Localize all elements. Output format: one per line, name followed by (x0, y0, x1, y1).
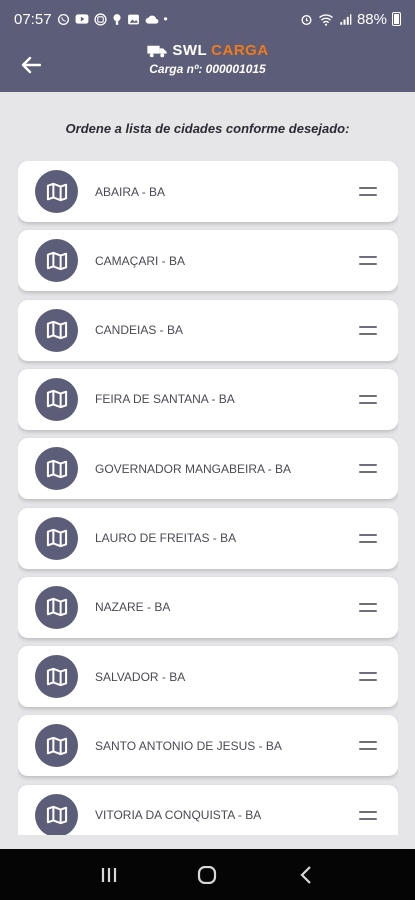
city-item[interactable]: NAZARE - BA (18, 576, 398, 638)
map-icon (35, 516, 78, 560)
city-name: CANDEIAS - BA (95, 323, 184, 338)
recents-icon (102, 867, 117, 882)
city-item[interactable]: LAURO DE FREITAS - BA (18, 507, 398, 569)
city-item[interactable]: VITORIA DA CONQUISTA - BA (18, 784, 398, 835)
wifi-icon (318, 13, 333, 26)
map-icon (35, 585, 78, 629)
truck-icon (147, 45, 167, 57)
whatsapp-icon (57, 13, 69, 25)
city-name: ABAIRA - BA (95, 184, 166, 199)
city-name: SANTO ANTONIO DE JESUS - BA (95, 738, 282, 753)
map-icon (35, 793, 78, 835)
map-icon (35, 308, 78, 352)
battery-percent: 88% (356, 10, 387, 28)
notification-icon (113, 13, 121, 25)
dot-icon: • (163, 12, 168, 26)
city-name: GOVERNADOR MANGABEIRA - BA (95, 461, 292, 476)
city-item[interactable]: GOVERNADOR MANGABEIRA - BA (18, 438, 398, 500)
city-name: SALVADOR - BA (95, 669, 186, 684)
instruction-text: Ordene a lista de cidades conforme desej… (65, 121, 350, 136)
drag-handle-icon[interactable] (359, 256, 377, 266)
app-header: SWL CARGA Carga nº: 000001015 (0, 38, 415, 92)
drag-handle-icon[interactable] (359, 810, 377, 820)
cloud-icon (145, 15, 158, 24)
city-item[interactable]: FEIRA DE SANTANA - BA (18, 368, 398, 430)
map-icon (35, 170, 78, 213)
recents-button[interactable] (89, 855, 129, 895)
drag-handle-icon[interactable] (359, 394, 377, 404)
alarm-icon (301, 14, 312, 25)
city-name: NAZARE - BA (95, 600, 171, 615)
system-nav-bar (0, 849, 415, 900)
back-nav-icon (300, 865, 311, 884)
cargo-number: Carga nº: 000001015 (149, 62, 266, 76)
city-name: CAMAÇARI - BA (95, 253, 186, 268)
home-button[interactable] (187, 855, 227, 895)
map-icon (35, 377, 78, 421)
map-icon (35, 655, 78, 699)
drag-handle-icon[interactable] (359, 325, 377, 335)
city-name: FEIRA DE SANTANA - BA (95, 392, 235, 407)
brand-swl: SWL (172, 42, 208, 59)
instagram-icon (93, 12, 107, 26)
battery-icon (392, 12, 401, 26)
drag-handle-icon[interactable] (359, 464, 377, 474)
status-bar: 07:57 • 88% (0, 0, 415, 38)
drag-handle-icon[interactable] (359, 533, 377, 543)
city-item[interactable]: SALVADOR - BA (18, 646, 398, 708)
brand-logo: SWL CARGA (0, 42, 415, 59)
system-back-button[interactable] (286, 855, 326, 895)
drag-handle-icon[interactable] (359, 187, 377, 196)
map-icon (35, 447, 78, 491)
signal-icon (340, 13, 352, 25)
city-name: VITORIA DA CONQUISTA - BA (95, 808, 262, 823)
status-right: 88% (300, 11, 401, 28)
map-icon (35, 239, 78, 283)
map-icon (35, 724, 78, 768)
youtube-icon (75, 14, 88, 24)
city-item[interactable]: SANTO ANTONIO DE JESUS - BA (18, 715, 398, 777)
city-item[interactable]: CANDEIAS - BA (18, 299, 398, 361)
status-time: 07:57 (14, 10, 52, 28)
home-icon (198, 865, 217, 884)
city-name: LAURO DE FREITAS - BA (95, 531, 237, 545)
city-list[interactable]: ABAIRA - BA CAMAÇARI - BA CANDEIAS - BA FEI… (18, 161, 398, 835)
city-item[interactable]: ABAIRA - BA (18, 161, 398, 222)
brand-carga: CARGA (211, 42, 269, 59)
city-item[interactable]: CAMAÇARI - BA (18, 230, 398, 292)
status-left: 07:57 • (14, 11, 168, 28)
drag-handle-icon[interactable] (359, 741, 377, 751)
gallery-icon (127, 14, 139, 24)
drag-handle-icon[interactable] (359, 602, 377, 612)
drag-handle-icon[interactable] (359, 672, 377, 682)
